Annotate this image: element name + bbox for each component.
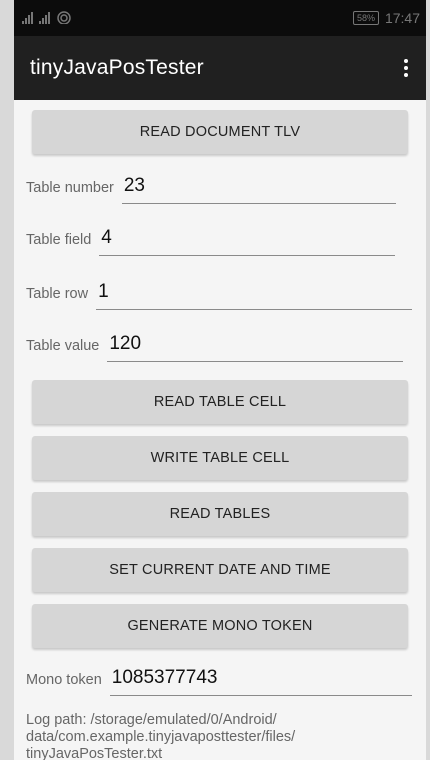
status-icons-left <box>22 10 72 27</box>
read-table-cell-button[interactable]: READ TABLE CELL <box>32 380 408 424</box>
generate-mono-token-button[interactable]: GENERATE MONO TOKEN <box>32 604 408 648</box>
log-path-line-2: data/com.example.tinyjavaposttester/file… <box>26 729 296 745</box>
app-bar: tinyJavaPosTester <box>14 36 426 100</box>
mono-token-input[interactable]: 1085377743 <box>109 662 412 696</box>
log-path-line-1: Log path: /storage/emulated/0/Android/ <box>26 712 277 728</box>
table-row-label: Table row <box>26 286 89 302</box>
table-number-input[interactable]: 23 <box>121 170 396 204</box>
wifi-icon <box>56 10 72 27</box>
table-row-input[interactable]: 1 <box>96 276 413 310</box>
write-table-cell-button[interactable]: WRITE TABLE CELL <box>32 436 408 480</box>
read-document-tlv-button[interactable]: READ DOCUMENT TLV <box>32 110 408 154</box>
overflow-menu-icon[interactable] <box>398 53 414 83</box>
status-icons-right: 58% 17:47 <box>352 10 420 26</box>
log-path-line-3: tinyJavaPosTester.txt <box>26 746 163 760</box>
table-value-field: Table value 120 <box>26 328 404 362</box>
table-number-field: Table number 23 <box>26 170 396 204</box>
app-title: tinyJavaPosTester <box>30 56 204 79</box>
table-number-label: Table number <box>26 180 114 196</box>
log-path-text: Log path: /storage/emulated/0/Android/ d… <box>26 712 416 760</box>
table-field-input[interactable]: 4 <box>99 222 396 256</box>
mono-token-label: Mono token <box>26 672 102 688</box>
screen: 58% 17:47 tinyJavaPosTester READ DOCUMEN… <box>14 0 426 760</box>
set-current-date-time-button[interactable]: SET CURRENT DATE AND TIME <box>32 548 408 592</box>
table-field-label: Table field <box>26 232 92 248</box>
table-value-input[interactable]: 120 <box>107 328 404 362</box>
phone-frame: 58% 17:47 tinyJavaPosTester READ DOCUMEN… <box>0 0 430 760</box>
main-content: READ DOCUMENT TLV Table number 23 Table … <box>14 100 426 760</box>
read-tables-button[interactable]: READ TABLES <box>32 492 408 536</box>
table-field-field: Table field 4 <box>26 222 396 256</box>
table-row-field: Table row 1 <box>26 276 413 310</box>
signal-icon-2 <box>39 12 50 24</box>
battery-icon: 58% <box>352 11 379 25</box>
status-time: 17:47 <box>384 10 420 26</box>
mono-token-field: Mono token 1085377743 <box>26 662 412 696</box>
signal-icon <box>22 12 33 24</box>
table-value-label: Table value <box>26 338 100 354</box>
status-bar: 58% 17:47 <box>14 0 426 36</box>
